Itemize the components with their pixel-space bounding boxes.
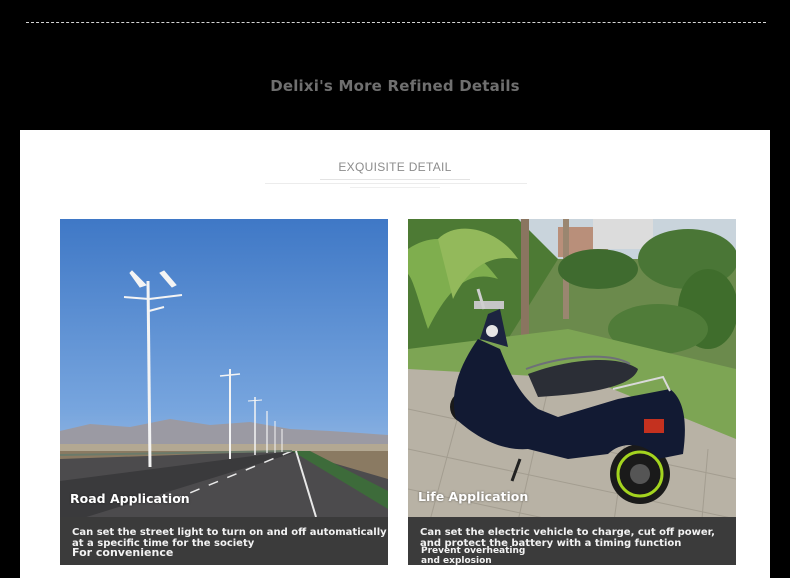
subtitle-underline-3 bbox=[350, 187, 440, 188]
life-description-line-1: Can set the electric vehicle to charge, … bbox=[420, 527, 715, 538]
section-subtitle: EXQUISITE DETAIL bbox=[338, 160, 452, 174]
top-dashed-divider bbox=[26, 22, 766, 23]
page-title: Delixi's More Refined Details bbox=[270, 77, 520, 95]
life-application-card: Life Application Can set the electric ve… bbox=[408, 219, 736, 565]
details-panel: EXQUISITE DETAIL Road Application Can se… bbox=[20, 130, 770, 578]
subtitle-underline bbox=[320, 179, 470, 180]
subtitle-underline-2 bbox=[265, 183, 527, 184]
road-description-line-1: Can set the street light to turn on and … bbox=[72, 527, 387, 538]
electric-scooter-photo bbox=[408, 219, 736, 565]
road-description-line-3: For convenience bbox=[72, 546, 174, 559]
road-application-card: Road Application Can set the street ligh… bbox=[60, 219, 388, 565]
street-lights-highway-photo bbox=[60, 219, 388, 565]
life-description-line-3: Prevent overheating bbox=[421, 546, 526, 556]
road-application-title: Road Application bbox=[70, 491, 190, 506]
life-description-line-4: and explosion bbox=[421, 556, 492, 565]
life-application-title: Life Application bbox=[418, 489, 529, 504]
